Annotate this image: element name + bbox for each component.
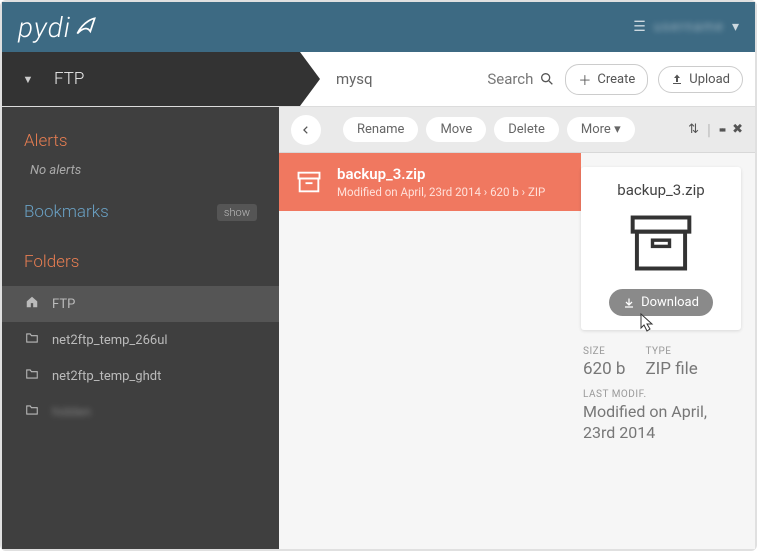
archive-icon	[625, 209, 697, 277]
detail-meta: SIZE 620 b TYPE ZIP file LAST MODIF. Mod…	[581, 340, 741, 450]
sidebar-item-label: hidden	[52, 405, 91, 420]
topbar: pydi ☰ username ▾	[2, 2, 755, 52]
folder-icon	[24, 403, 40, 421]
folder-icon	[24, 367, 40, 385]
detail-filename: backup_3.zip	[617, 181, 704, 199]
file-meta: Modified on April, 23rd 2014 › 620 b › Z…	[337, 185, 545, 199]
download-label: Download	[641, 295, 699, 310]
no-alerts-text: No alerts	[2, 159, 279, 194]
search-label: Search	[487, 70, 533, 88]
bookmarks-show-button[interactable]: show	[217, 204, 257, 221]
back-button[interactable]	[291, 115, 321, 145]
folder-icon	[24, 331, 40, 349]
workspace-selector[interactable]: ▼ FTP	[2, 52, 300, 106]
workspace-name: FTP	[54, 69, 84, 89]
sidebar-item-ftp[interactable]: FTP	[2, 286, 279, 322]
more-button[interactable]: More ▾	[567, 117, 635, 142]
sidebar-item-label: net2ftp_temp_266ul	[52, 333, 168, 348]
detail-pane: backup_3.zip Download	[581, 153, 755, 549]
size-value: 620 b	[583, 359, 625, 379]
delete-button[interactable]: Delete	[494, 117, 559, 142]
sidebar-item-folder[interactable]: hidden	[2, 394, 279, 430]
bookmarks-label: Bookmarks	[24, 202, 109, 222]
archive-icon	[295, 168, 323, 196]
chevron-down-icon: ▾	[732, 19, 739, 35]
menu-icon: ☰	[633, 19, 646, 35]
chevron-left-icon	[301, 125, 311, 135]
download-button[interactable]: Download	[609, 289, 713, 316]
sort-icon[interactable]: ⇅	[688, 122, 699, 137]
sidebar-item-folder[interactable]: net2ftp_temp_ghdt	[2, 358, 279, 394]
logo: pydi	[18, 11, 99, 44]
modified-value: Modified on April, 23rd 2014	[583, 402, 739, 444]
view-controls: ⇅ | ▪▪ ✖	[688, 120, 743, 139]
content-body: backup_3.zip Modified on April, 23rd 201…	[279, 153, 755, 549]
move-button[interactable]: Move	[426, 117, 486, 142]
subbar-right: mysq Search ＋ Create Upload	[300, 52, 755, 106]
search-icon	[539, 71, 555, 87]
detail-card: backup_3.zip Download	[581, 167, 741, 330]
file-name: backup_3.zip	[337, 165, 545, 183]
grid-view-icon[interactable]: ▪▪	[719, 122, 724, 138]
chevron-down-icon: ▼	[2, 73, 54, 86]
sidebar-item-label: FTP	[52, 297, 75, 312]
upload-button[interactable]: Upload	[658, 66, 743, 93]
home-icon	[24, 295, 40, 313]
type-value: ZIP file	[645, 359, 697, 379]
upload-label: Upload	[689, 72, 730, 87]
user-name: username	[654, 19, 724, 35]
sidebar-item-label: net2ftp_temp_ghdt	[52, 369, 161, 384]
close-panel-icon[interactable]: ✖	[732, 122, 743, 137]
more-label: More	[581, 122, 611, 137]
sidebar-item-folder[interactable]: net2ftp_temp_266ul	[2, 322, 279, 358]
breadcrumb[interactable]: mysq	[336, 70, 477, 88]
user-menu[interactable]: ☰ username ▾	[633, 19, 739, 35]
sidebar-bookmarks-heading: Bookmarks show	[2, 194, 279, 230]
logo-swoosh-icon	[73, 14, 99, 40]
rename-button[interactable]: Rename	[343, 117, 418, 142]
create-button[interactable]: ＋ Create	[565, 64, 648, 95]
sidebar-folders-heading: Folders	[2, 244, 279, 280]
plus-icon: ＋	[578, 70, 591, 89]
type-label: TYPE	[645, 346, 697, 357]
content: Rename Move Delete More ▾ ⇅ | ▪▪ ✖	[279, 107, 755, 549]
sidebar-alerts-heading: Alerts	[2, 123, 279, 159]
size-label: SIZE	[583, 346, 625, 357]
upload-icon	[671, 73, 683, 85]
search-input[interactable]: Search	[487, 70, 555, 88]
main: Alerts No alerts Bookmarks show Folders …	[2, 107, 755, 549]
file-list: backup_3.zip Modified on April, 23rd 201…	[279, 153, 581, 549]
modified-label: LAST MODIF.	[583, 389, 739, 400]
create-label: Create	[597, 72, 635, 87]
subbar: ▼ FTP mysq Search ＋ Create Upload	[2, 52, 755, 107]
download-icon	[623, 297, 635, 309]
caret-down-icon: ▾	[614, 122, 621, 137]
folder-list: FTP net2ftp_temp_266ul net2ftp_temp_ghdt…	[2, 286, 279, 430]
sidebar: Alerts No alerts Bookmarks show Folders …	[2, 107, 279, 549]
toolbar: Rename Move Delete More ▾ ⇅ | ▪▪ ✖	[279, 107, 755, 153]
logo-text: pydi	[18, 11, 71, 44]
file-row-selected[interactable]: backup_3.zip Modified on April, 23rd 201…	[279, 153, 581, 211]
